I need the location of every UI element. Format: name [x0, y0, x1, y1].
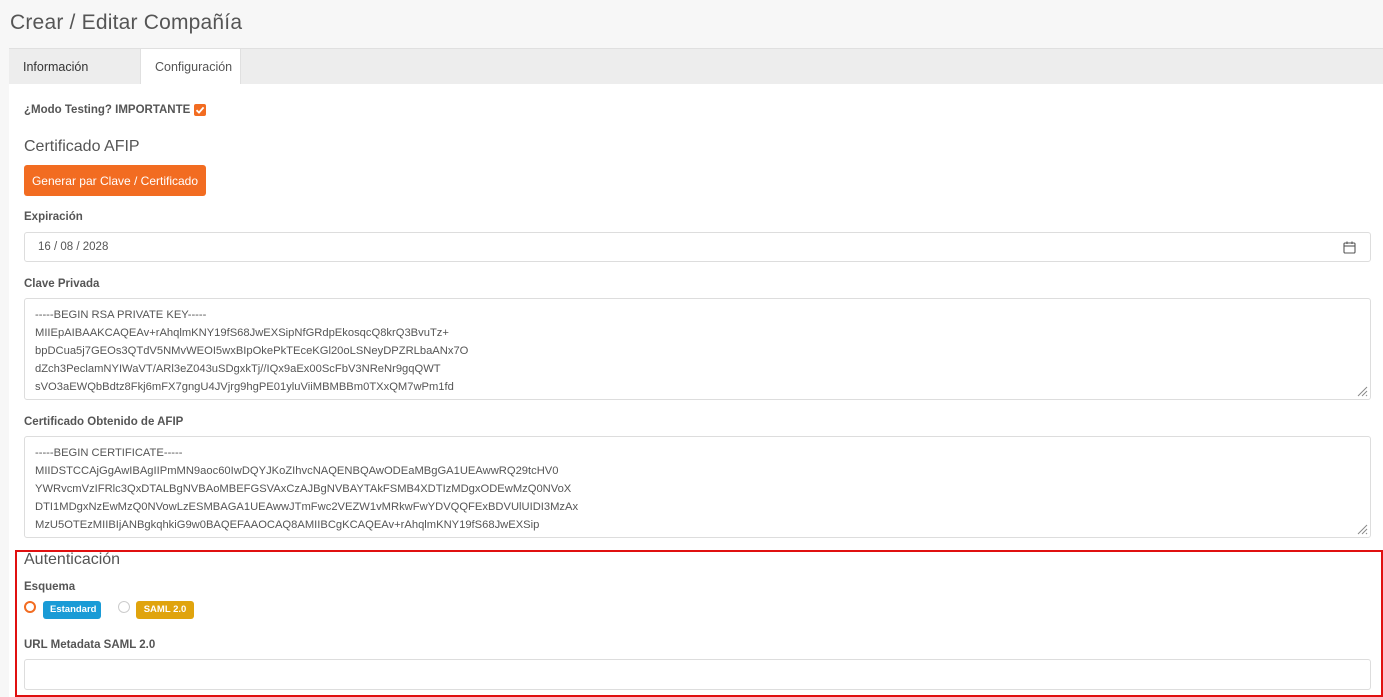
- private-key-line: -----BEGIN RSA PRIVATE KEY-----: [35, 309, 207, 321]
- testing-mode-row: ¿Modo Testing? IMPORTANTE: [24, 104, 207, 116]
- generate-key-certificate-button[interactable]: Generar par Clave / Certificado: [24, 165, 206, 196]
- certificate-line: -----BEGIN CERTIFICATE-----: [35, 447, 183, 459]
- tab-configuration[interactable]: Configuración: [141, 49, 241, 85]
- expiration-label: Expiración: [24, 211, 83, 223]
- afip-section-title: Certificado AFIP: [24, 138, 140, 155]
- resize-handle-icon[interactable]: [1356, 385, 1368, 397]
- page-title: Crear / Editar Compañía: [10, 11, 243, 34]
- scheme-radio-estandard[interactable]: [24, 601, 36, 613]
- calendar-icon[interactable]: [1343, 241, 1356, 254]
- certificate-line: MzU5OTEzMIIBIjANBgkqhkiG9w0BAQEFAAOCAQ8A…: [35, 519, 540, 531]
- saml-url-label: URL Metadata SAML 2.0: [24, 639, 156, 651]
- scheme-radio-saml[interactable]: [118, 601, 130, 613]
- testing-mode-checkbox[interactable]: [194, 104, 207, 116]
- private-key-label: Clave Privada: [24, 278, 100, 290]
- expiration-date-input[interactable]: 16 / 08 / 2028: [24, 232, 1371, 262]
- scheme-label: Esquema: [24, 581, 76, 593]
- scheme-badge-estandard: Estandard: [43, 601, 101, 619]
- check-icon: [196, 106, 205, 114]
- saml-url-input[interactable]: [24, 659, 1371, 690]
- private-key-line: bpDCua5j7GEOs3QTdV5NMvWEOI5wxBIpOkePkTEc…: [35, 345, 469, 357]
- scheme-badge-saml: SAML 2.0: [136, 601, 194, 619]
- resize-handle-icon[interactable]: [1356, 523, 1368, 535]
- certificate-line: DTI1MDgxNzEwMzQ0NVowLzESMBAGA1UEAwwJTmFw…: [35, 501, 579, 513]
- private-key-line: dZch3PeclamNYIWaVT/ARl3eZ043uSDgxkTj//IQ…: [35, 363, 441, 375]
- private-key-line: MIIEpAIBAAKCAQEAv+rAhqlmKNY19fS68JwEXSip…: [35, 327, 449, 339]
- auth-section-title: Autenticación: [24, 551, 121, 568]
- certificate-line: YWRvcmVzIFRlc3QxDTALBgNVBAoMBEFGSVAxCzAJ…: [35, 483, 572, 495]
- private-key-textarea[interactable]: -----BEGIN RSA PRIVATE KEY----- MIIEpAIB…: [24, 298, 1371, 400]
- testing-mode-label: ¿Modo Testing? IMPORTANTE: [24, 104, 191, 116]
- tab-bar: Información general Configuración: [9, 48, 1383, 110]
- certificate-label: Certificado Obtenido de AFIP: [24, 416, 184, 428]
- expiration-date-value: 16 / 08 / 2028: [38, 241, 109, 253]
- private-key-line: sVO3aEWQbBdtz8Fkj6mFX7gngU4JVjrg9hgPE01y…: [35, 381, 454, 393]
- tab-general-info[interactable]: Información general: [9, 49, 141, 110]
- certificate-line: MIIDSTCCAjGgAwIBAgIIPmMN9aoc60IwDQYJKoZI…: [35, 465, 559, 477]
- certificate-textarea[interactable]: -----BEGIN CERTIFICATE----- MIIDSTCCAjGg…: [24, 436, 1371, 538]
